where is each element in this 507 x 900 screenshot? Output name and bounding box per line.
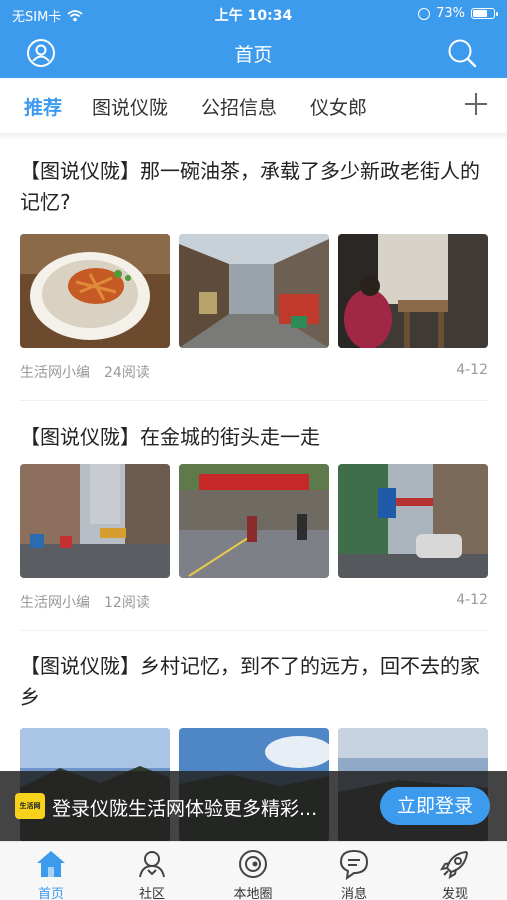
article-date: 4-12 <box>456 592 488 608</box>
divider <box>20 630 488 631</box>
logo-label: 生活网 <box>19 802 41 810</box>
add-tab-icon[interactable] <box>463 91 489 117</box>
login-button[interactable]: 立即登录 <box>380 787 490 825</box>
article-date: 4-12 <box>456 362 488 378</box>
tabbar-label: 发现 <box>441 887 468 900</box>
divider <box>20 400 488 401</box>
app-logo: 生活网 <box>15 793 45 819</box>
article-thumbnails <box>20 234 488 348</box>
login-prompt: 登录仪陇生活网体验更多精彩... <box>52 798 318 820</box>
category-tabs: 推荐 图说仪陇 公招信息 仪女郎 <box>0 78 507 134</box>
thumbnail-image[interactable] <box>20 234 170 348</box>
battery-percent: 73% <box>436 6 465 21</box>
tabbar-label: 社区 <box>138 887 165 900</box>
tabbar-item-discover[interactable]: 发现 <box>410 846 500 900</box>
tabbar-label: 本地圈 <box>233 887 273 900</box>
bottom-tab-bar: 首页 社区 本地圈 消息 发现 <box>0 841 507 900</box>
tab-tushuo-yilong[interactable]: 图说仪陇 <box>92 93 168 120</box>
thumbnail-image[interactable] <box>179 234 329 348</box>
app-screen: 无SIM卡 上午 10:34 73% 首页 推荐 图说仪陇 公招信息 仪女郎 【… <box>0 0 507 900</box>
status-bar: 无SIM卡 上午 10:34 73% <box>0 0 507 28</box>
article-meta: 生活网小编 12阅读 4-12 <box>20 592 488 612</box>
article-author: 生活网小编 <box>20 595 90 611</box>
article-meta: 生活网小编 24阅读 4-12 <box>20 362 488 382</box>
search-icon <box>448 39 477 68</box>
thumbnail-image[interactable] <box>338 464 488 578</box>
status-right: 73% <box>418 6 498 21</box>
local-circle-icon <box>239 850 267 878</box>
tabbar-item-messages[interactable]: 消息 <box>309 846 399 900</box>
search-button[interactable] <box>447 38 477 68</box>
tabbar-item-home[interactable]: 首页 <box>6 846 96 900</box>
tab-gongzhao-info[interactable]: 公招信息 <box>201 93 277 120</box>
article-reads: 12阅读 <box>104 595 150 611</box>
battery-icon <box>471 8 498 19</box>
community-icon <box>139 851 165 878</box>
article-reads: 24阅读 <box>104 365 150 381</box>
battery-fill <box>473 10 487 17</box>
thumbnail-image[interactable] <box>20 464 170 578</box>
article-title[interactable]: 【图说仪陇】在金城的街头走一走 <box>20 422 490 453</box>
tab-recommend[interactable]: 推荐 <box>24 93 62 120</box>
login-banner: 生活网 登录仪陇生活网体验更多精彩... 立即登录 <box>0 771 507 841</box>
article-author: 生活网小编 <box>20 365 90 381</box>
tabbar-label: 消息 <box>340 887 367 900</box>
article-title[interactable]: 【图说仪陇】那一碗油茶，承载了多少新政老街人的记忆? <box>20 156 490 218</box>
rocket-icon <box>439 850 469 880</box>
tabbar-item-local[interactable]: 本地圈 <box>208 846 298 900</box>
thumbnail-image[interactable] <box>179 464 329 578</box>
thumbnail-image[interactable] <box>338 234 488 348</box>
article-thumbnails <box>20 464 488 578</box>
tabs-shadow <box>0 134 507 140</box>
message-icon <box>339 849 369 880</box>
rotation-lock-icon <box>418 7 431 20</box>
header: 无SIM卡 上午 10:34 73% 首页 <box>0 0 507 78</box>
home-icon <box>37 851 65 877</box>
tabbar-item-community[interactable]: 社区 <box>107 846 197 900</box>
tabbar-label: 首页 <box>37 887 64 900</box>
article-title[interactable]: 【图说仪陇】乡村记忆，到不了的远方，回不去的家乡 <box>20 651 490 713</box>
page-title: 首页 <box>234 44 273 66</box>
nav-bar: 首页 <box>0 28 507 78</box>
tab-yinvlang[interactable]: 仪女郎 <box>310 93 367 120</box>
